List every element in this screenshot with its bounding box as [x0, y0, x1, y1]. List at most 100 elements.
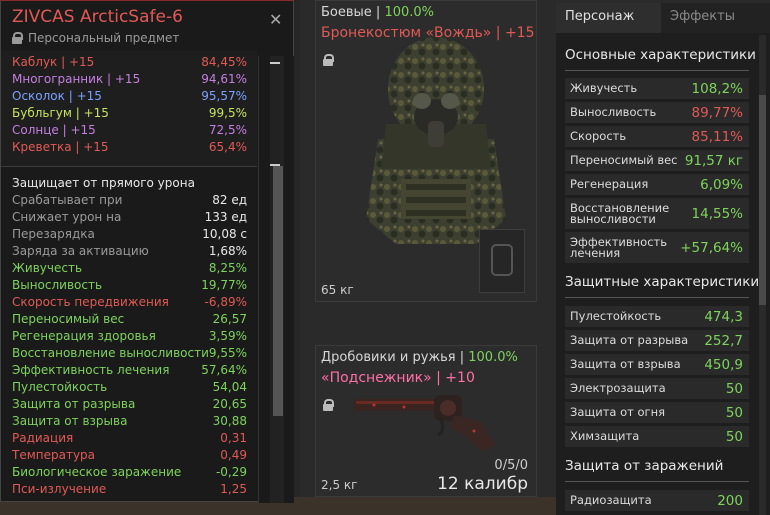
- stat-row: Эффективность лечения 57,64%: [1, 362, 257, 379]
- tooltip-header: ZIVCAS ArcticSafe-6 ✕ Персональный предм…: [1, 1, 293, 51]
- protection-stats-list: Пулестойкость 474,3 Защита от разрыва 252,7…: [565, 306, 749, 450]
- stat-row-value: 82 ед: [212, 193, 247, 207]
- scrollbar-thumb[interactable]: [273, 166, 283, 416]
- character-stat-row: Защита от разрыва 252,7: [565, 330, 749, 351]
- stat-row-value: 10,08 с: [202, 227, 247, 241]
- artifact-list: Каблук | +15 84,45% Многогранник | +15 94,6…: [1, 51, 257, 166]
- armor-category: Боевые | 100.0%: [321, 5, 434, 20]
- stat-row-label: Живучесть: [12, 261, 83, 275]
- ammo-caliber: 12 калибр: [437, 474, 528, 494]
- stat-row-label: Пси-излучение: [12, 482, 107, 496]
- artifact-row-label: Креветка | +15: [12, 140, 109, 154]
- character-stat-row: Защита от огня 50: [565, 402, 749, 423]
- stat-row: Снижает урон на 133 ед: [1, 209, 257, 226]
- character-stat-row-label: Электрозащита: [570, 381, 666, 395]
- stat-row-value: 1,25: [220, 482, 247, 496]
- character-stat-row-value: 89,77%: [691, 104, 743, 121]
- stat-row-label: Защита от взрыва: [12, 414, 128, 428]
- artifact-row-label: Осколок | +15: [12, 89, 102, 103]
- character-stat-row: Радиозащита 200: [565, 490, 749, 511]
- character-stat-row-value: 50: [725, 404, 743, 421]
- character-scrollbar[interactable]: [759, 35, 766, 515]
- divider: [1, 166, 257, 167]
- stat-row: Переносимый вес 26,57: [1, 311, 257, 328]
- stat-row: Перезарядка 10,08 с: [1, 226, 257, 243]
- lock-icon: [323, 396, 334, 415]
- stat-row: Биологическое заражение -0,29: [1, 464, 257, 481]
- stat-row-value: -0,29: [215, 465, 247, 479]
- stat-row-value: 19,77%: [201, 278, 247, 292]
- character-stat-row-label: Защита от разрыва: [570, 333, 689, 347]
- artifact-slot[interactable]: [479, 229, 525, 293]
- stat-row-label: Защита от разрыва: [12, 397, 136, 411]
- personal-item-label: Персональный предмет: [12, 31, 179, 45]
- tooltip-title: ZIVCAS ArcticSafe-6: [12, 7, 183, 27]
- divider: [565, 481, 749, 482]
- weapon-weight: 2,5 кг: [321, 478, 358, 492]
- weapon-category: Дробовики и ружья | 100.0%: [321, 350, 518, 365]
- stat-row: Пулестойкость 54,04: [1, 379, 257, 396]
- character-stat-row-label: Эффективность лечения: [570, 234, 668, 260]
- weapon-name: «Подснежник» | +10: [321, 370, 475, 386]
- character-stat-row-value: 108,2%: [691, 80, 743, 97]
- character-stat-row-value: +57,64%: [680, 239, 743, 256]
- character-stat-row: Регенерация 6,09%: [565, 174, 749, 195]
- armor-condition: 100.0%: [384, 5, 435, 20]
- close-icon[interactable]: ✕: [269, 10, 282, 29]
- stat-row-value: 8,25%: [208, 261, 247, 275]
- character-stat-row-value: 474,3: [704, 308, 743, 325]
- armor-item-card[interactable]: Боевые | 100.0% Бронекостюм «Вождь» | +1…: [315, 0, 537, 302]
- artifact-row-value: 94,61%: [201, 72, 247, 86]
- stat-row-label: Пулестойкость: [12, 380, 108, 394]
- artifact-row-label: Многогранник | +15: [12, 72, 141, 86]
- tooltip-scrollbar[interactable]: [258, 56, 294, 503]
- scrollbar-thumb[interactable]: [759, 95, 766, 305]
- stat-row: Защита от разрыва 20,65: [1, 396, 257, 413]
- stat-row: Заряда за активацию 1,68%: [1, 243, 257, 260]
- character-stat-row: Восстановление выносливости 14,55%: [565, 198, 749, 229]
- artifact-row: Многогранник | +15 94,61%: [1, 71, 257, 88]
- stat-row: Регенерация здоровья 3,59%: [1, 328, 257, 345]
- weapon-category-label: Дробовики и ружья |: [321, 350, 469, 365]
- stat-row: Восстановление выносливости 9,55%: [1, 345, 257, 362]
- character-stat-row: Переносимый вес 91,57 кг: [565, 150, 749, 171]
- artifact-row: Креветка | +15 65,4%: [1, 139, 257, 156]
- weapon-item-card[interactable]: Дробовики и ружья | 100.0% «Подснежник» …: [315, 345, 537, 497]
- stat-row-label: Срабатывает при: [12, 193, 123, 207]
- stat-row-value: 0,49: [220, 448, 247, 462]
- stat-row-label: Заряда за активацию: [12, 244, 149, 258]
- character-stat-row-value: 450,9: [704, 356, 743, 373]
- character-stat-row-label: Радиозащита: [570, 493, 652, 507]
- main-stats-list: Живучесть 108,2% Выносливость 89,77% Скорост…: [565, 78, 749, 266]
- character-stat-row: Защита от взрыва 450,9: [565, 354, 749, 375]
- stat-row-label: Восстановление выносливости: [12, 346, 209, 360]
- artifact-row-label: Каблук | +15: [12, 55, 95, 69]
- stat-row-label: Биологическое заражение: [12, 465, 182, 479]
- stat-row-value: 133 ед: [204, 210, 247, 224]
- protection-stats-title: Защитные характеристики: [565, 274, 760, 290]
- character-stat-row: Химзащита 50: [565, 426, 749, 447]
- divider: [565, 70, 749, 71]
- tooltip-subtitle: Персональный предмет: [28, 31, 180, 45]
- stat-row: Температура 0,49: [1, 447, 257, 464]
- divider: [565, 297, 749, 298]
- stat-row-value: 26,57: [212, 312, 247, 326]
- tab-effects[interactable]: Эффекты: [661, 3, 770, 33]
- artifact-row-label: Солнце | +15: [12, 123, 96, 137]
- character-stat-row: Эффективность лечения +57,64%: [565, 232, 749, 263]
- artifact-row-label: Бубльгум | +15: [12, 106, 109, 120]
- character-stat-row: Электрозащита 50: [565, 378, 749, 399]
- stat-row-value: 3,59%: [208, 329, 247, 343]
- stat-row-value: 57,64%: [201, 363, 247, 377]
- stat-row-label: Снижает урон на: [12, 210, 122, 224]
- stat-row-value: 54,04: [212, 380, 247, 394]
- stat-row-value: -6,89%: [204, 295, 247, 309]
- container-slot-icon: [491, 244, 513, 276]
- tab-character[interactable]: Персонаж: [556, 3, 661, 33]
- character-stat-row-value: 200: [717, 492, 743, 509]
- weapon-condition: 100.0%: [468, 350, 518, 365]
- artifact-row-value: 84,45%: [201, 55, 247, 69]
- stat-row-value: 20,65: [212, 397, 247, 411]
- character-stat-row-value: 85,11%: [691, 128, 743, 145]
- stat-row-label: Регенерация здоровья: [12, 329, 156, 343]
